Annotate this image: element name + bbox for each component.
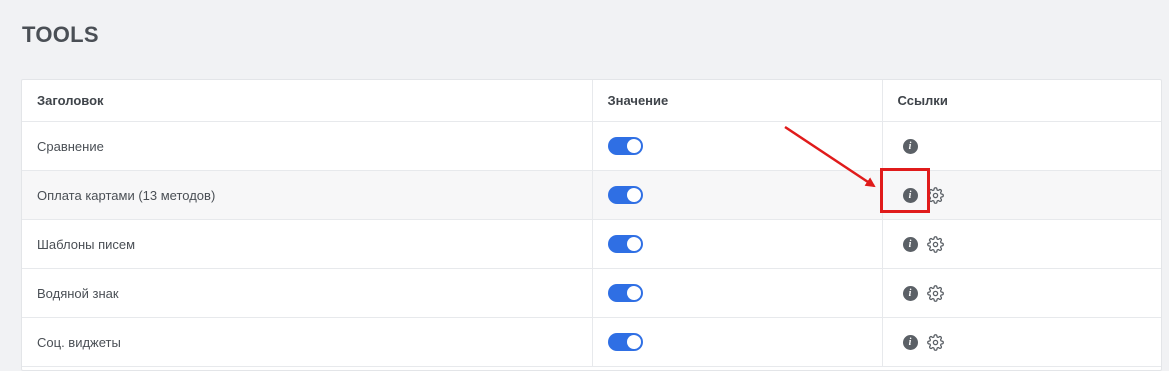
row-value-cell: [591, 170, 882, 220]
row-links-cell: i: [881, 219, 1161, 269]
enabled-toggle[interactable]: [607, 333, 643, 351]
gear-icon[interactable]: [926, 235, 944, 253]
row-label: Водяной знак: [22, 268, 592, 318]
gear-icon[interactable]: [926, 186, 944, 204]
info-icon[interactable]: i: [902, 285, 918, 301]
enabled-toggle[interactable]: [607, 284, 643, 302]
row-label: Шаблоны писем: [22, 219, 592, 269]
toggle-knob: [626, 335, 641, 349]
enabled-toggle[interactable]: [607, 186, 643, 204]
row-value-cell: [591, 121, 882, 171]
toggle-knob: [626, 286, 641, 300]
enabled-toggle[interactable]: [607, 137, 643, 155]
column-header-value: Значение: [591, 80, 882, 122]
info-icon[interactable]: i: [902, 236, 918, 252]
row-value-cell: [591, 268, 882, 318]
page-title: TOOLS: [22, 22, 99, 47]
row-links-cell: i: [881, 317, 1161, 367]
toggle-knob: [626, 237, 641, 251]
table-row: Соц. виджеты i: [22, 317, 1161, 367]
table-row: Шаблоны писем i: [22, 219, 1161, 269]
row-links-cell: i: [881, 121, 1161, 171]
info-icon[interactable]: i: [902, 334, 918, 350]
row-label: Соц. виджеты: [22, 317, 592, 367]
info-icon[interactable]: i: [902, 187, 918, 203]
table-row: Оплата картами (13 методов) i: [22, 170, 1161, 220]
row-label: Оплата картами (13 методов): [22, 170, 592, 220]
enabled-toggle[interactable]: [607, 235, 643, 253]
toggle-knob: [626, 139, 641, 153]
row-value-cell: [591, 317, 882, 367]
row-label: Сравнение: [22, 121, 592, 171]
table-row: Сравнение i: [22, 121, 1161, 171]
table-row: Водяной знак i: [22, 268, 1161, 318]
gear-icon[interactable]: [926, 284, 944, 302]
row-links-cell: i: [881, 170, 1161, 220]
column-header-links: Ссылки: [881, 80, 1161, 122]
row-value-cell: [591, 219, 882, 269]
table-header-row: Заголовок Значение Ссылки: [22, 80, 1161, 122]
column-header-title: Заголовок: [22, 80, 592, 122]
gear-icon[interactable]: [926, 333, 944, 351]
tools-table: Заголовок Значение Ссылки Сравнение i Оп…: [21, 79, 1162, 371]
info-icon[interactable]: i: [902, 138, 918, 154]
row-links-cell: i: [881, 268, 1161, 318]
toggle-knob: [626, 188, 641, 202]
